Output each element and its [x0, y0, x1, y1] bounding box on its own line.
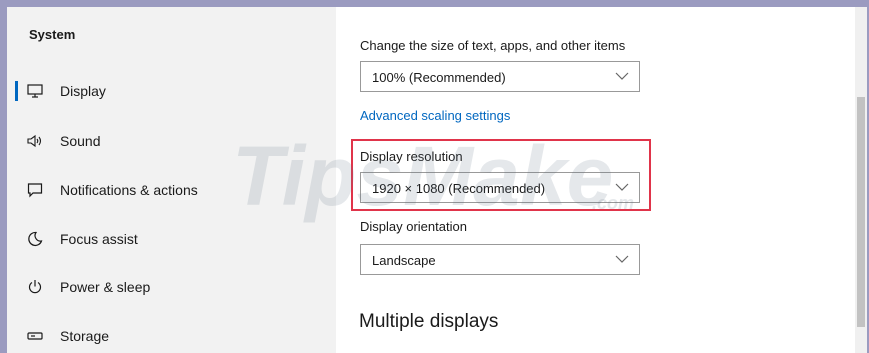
chevron-down-icon [615, 72, 629, 80]
resolution-value: 1920 × 1080 (Recommended) [372, 181, 546, 196]
chevron-down-icon [615, 183, 629, 191]
monitor-icon [26, 82, 44, 100]
scrollbar[interactable] [855, 7, 867, 353]
resolution-label: Display resolution [360, 149, 463, 164]
sidebar-item-label: Power & sleep [60, 279, 151, 295]
display-settings-panel: Change the size of text, apps, and other… [336, 7, 867, 353]
notification-icon [26, 181, 44, 199]
orientation-dropdown[interactable]: Landscape [360, 244, 640, 275]
advanced-scaling-link[interactable]: Advanced scaling settings [360, 108, 510, 123]
scale-label: Change the size of text, apps, and other… [360, 38, 626, 53]
moon-icon [26, 230, 44, 248]
scale-value: 100% (Recommended) [372, 70, 506, 85]
sidebar-item-sound[interactable]: Sound [7, 121, 336, 161]
sidebar-item-power-sleep[interactable]: Power & sleep [7, 267, 336, 307]
speaker-icon [26, 132, 44, 150]
multiple-displays-heading: Multiple displays [359, 311, 499, 332]
orientation-value: Landscape [372, 253, 436, 268]
scale-dropdown[interactable]: 100% (Recommended) [360, 61, 640, 92]
sidebar-item-notifications[interactable]: Notifications & actions [7, 170, 336, 210]
scrollbar-thumb[interactable] [857, 97, 865, 327]
settings-window: System Display Sound Notifications & act… [7, 7, 867, 353]
sidebar-item-label: Notifications & actions [60, 182, 198, 198]
sidebar-item-focus-assist[interactable]: Focus assist [7, 219, 336, 259]
storage-icon [26, 327, 44, 345]
selection-indicator [15, 81, 18, 101]
sidebar-item-label: Focus assist [60, 231, 138, 247]
sidebar-item-label: Sound [60, 133, 101, 149]
sidebar-item-label: Storage [60, 328, 110, 344]
sidebar-item-storage[interactable]: Storage [7, 316, 336, 353]
sidebar-item-display[interactable]: Display [7, 71, 336, 111]
resolution-dropdown[interactable]: 1920 × 1080 (Recommended) [360, 172, 640, 203]
chevron-down-icon [615, 255, 629, 263]
orientation-label: Display orientation [360, 219, 467, 234]
power-icon [26, 278, 44, 296]
sidebar-title: System [29, 27, 76, 42]
sidebar-item-label: Display [60, 83, 106, 99]
sidebar: System Display Sound Notifications & act… [7, 7, 336, 353]
